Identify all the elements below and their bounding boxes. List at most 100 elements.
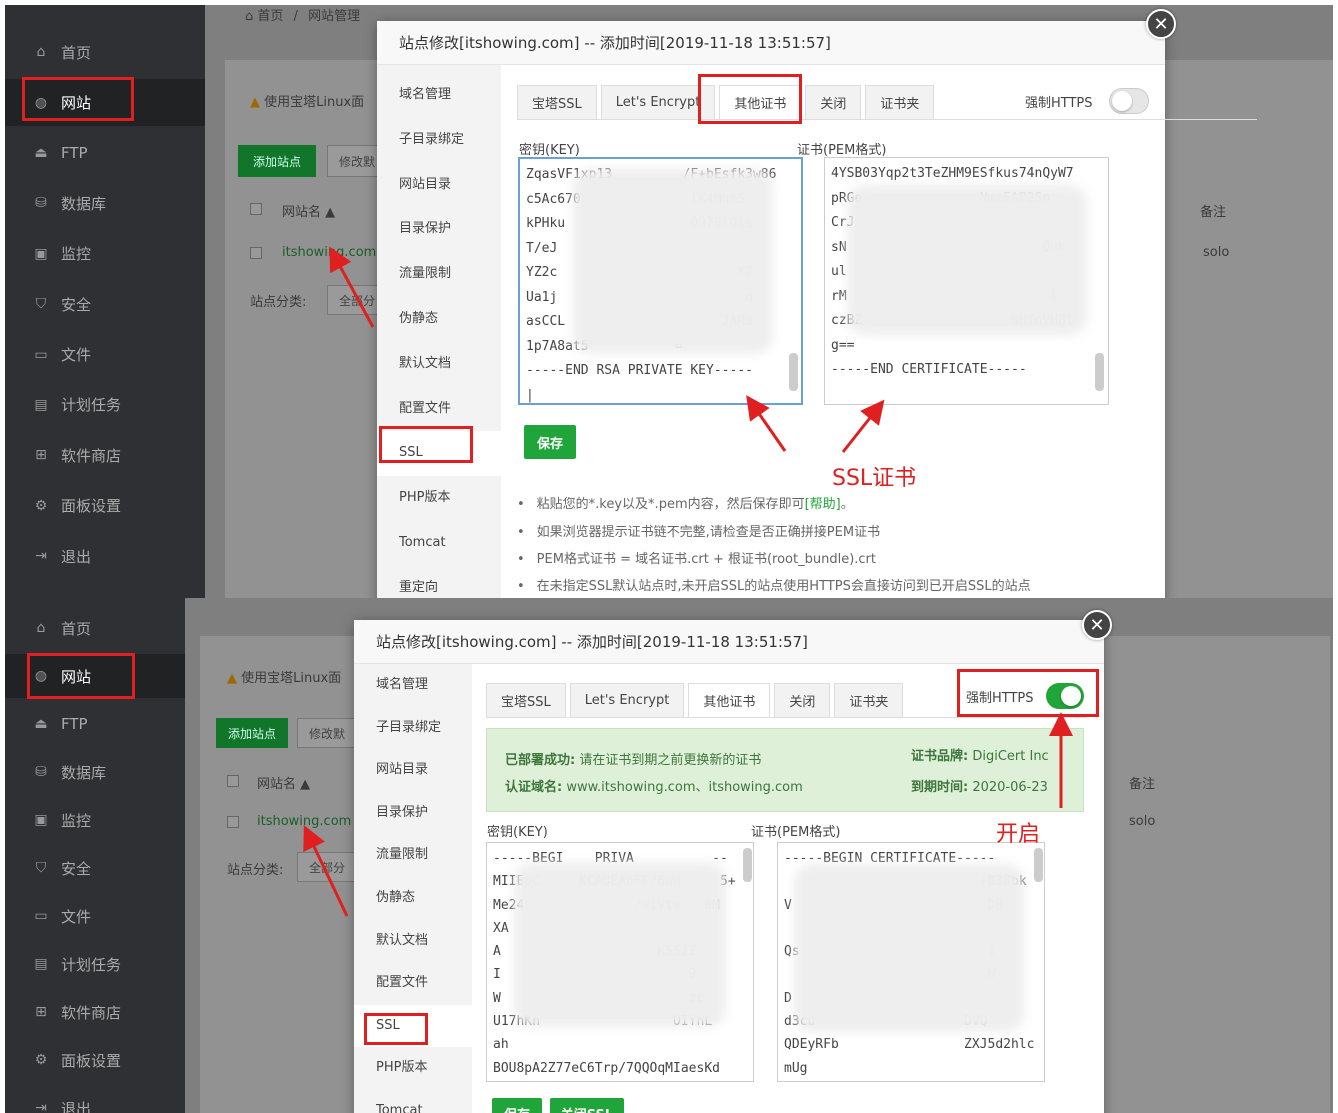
sidebar-item-7[interactable]: ▤ 计划任务 bbox=[5, 942, 185, 986]
sidebar-item-9[interactable]: ⚙ 面板设置 bbox=[5, 483, 205, 529]
sidebar-item-3[interactable]: ⛁ 数据库 bbox=[5, 750, 185, 794]
key-scrollbar[interactable] bbox=[789, 353, 798, 391]
modal-nav-item-10[interactable]: Tomcat bbox=[377, 521, 501, 566]
modal-title: 站点修改[itshowing.com] -- 添加时间[2019-11-18 1… bbox=[354, 620, 1104, 664]
sidebar-item-6[interactable]: ▭ 文件 bbox=[5, 331, 205, 377]
modify-default-button[interactable]: 修改默 bbox=[297, 718, 357, 748]
sidebar-item-label: 网站 bbox=[61, 94, 92, 113]
home-icon: ⌂ bbox=[36, 620, 46, 636]
tab-4[interactable]: 证书夹 bbox=[865, 85, 935, 119]
site-link[interactable]: itshowing.com bbox=[257, 814, 351, 829]
sidebar-item-3[interactable]: ⛁ 数据库 bbox=[5, 180, 205, 226]
tab-0[interactable]: 宝塔SSL bbox=[517, 85, 597, 119]
sidebar-item-4[interactable]: ▣ 监控 bbox=[5, 798, 185, 842]
modal-nav-item-3[interactable]: 目录保护 bbox=[377, 207, 501, 252]
close-ssl-button[interactable]: 关闭SSL bbox=[550, 1098, 624, 1113]
sidebar-item-label: 面板设置 bbox=[61, 497, 122, 516]
modal-nav-item-1[interactable]: 子目录绑定 bbox=[354, 707, 472, 750]
tab-3[interactable]: 关闭 bbox=[805, 85, 862, 119]
cert-brand: 证书品牌: DigiCert Inc bbox=[911, 749, 1049, 764]
shield-icon: ⛉ bbox=[35, 860, 47, 876]
row-checkbox[interactable] bbox=[250, 247, 262, 259]
help-link[interactable]: [帮助] bbox=[805, 497, 841, 512]
tab-4[interactable]: 证书夹 bbox=[834, 683, 904, 717]
category-select[interactable]: 全部分 bbox=[297, 852, 357, 882]
sidebar-item-4[interactable]: ▣ 监控 bbox=[5, 231, 205, 277]
key-scrollbar[interactable] bbox=[743, 848, 752, 882]
ftp-icon: ⏏ bbox=[34, 716, 48, 732]
tab-1[interactable]: Let's Encrypt bbox=[569, 683, 685, 717]
modal-nav-item-1[interactable]: 子目录绑定 bbox=[377, 118, 501, 163]
sidebar-item-7[interactable]: ▤ 计划任务 bbox=[5, 382, 205, 428]
modal-nav-item-9[interactable]: PHP版本 bbox=[354, 1047, 472, 1090]
modal-nav-item-6[interactable]: 默认文档 bbox=[377, 342, 501, 387]
sidebar-item-10[interactable]: ⇥ 退出 bbox=[5, 533, 205, 579]
modal-nav-item-11[interactable]: 重定向 bbox=[377, 566, 501, 598]
modal-nav-item-6[interactable]: 默认文档 bbox=[354, 920, 472, 963]
sort-icon: ▲ bbox=[300, 777, 311, 792]
cert-scrollbar[interactable] bbox=[1095, 353, 1104, 391]
sidebar-item-label: 退出 bbox=[61, 547, 92, 566]
modal-nav-item-8[interactable]: SSL bbox=[354, 1004, 472, 1048]
modal-nav-item-8[interactable]: SSL bbox=[377, 431, 501, 477]
sidebar-item-label: 计划任务 bbox=[61, 396, 122, 415]
globe-icon: ◍ bbox=[34, 94, 48, 111]
site-edit-modal: 站点修改[itshowing.com] -- 添加时间[2019-11-18 1… bbox=[354, 620, 1104, 1113]
save-button[interactable]: 保存 bbox=[524, 425, 576, 459]
key-label: 密钥(KEY) bbox=[519, 143, 580, 158]
sidebar-item-6[interactable]: ▭ 文件 bbox=[5, 894, 185, 938]
modal-close-button[interactable]: ✕ bbox=[1082, 610, 1112, 640]
sidebar-item-1[interactable]: ◍ 网站 bbox=[5, 654, 185, 698]
modal-nav-item-0[interactable]: 域名管理 bbox=[377, 73, 501, 118]
sidebar-item-label: 首页 bbox=[61, 619, 92, 638]
modal-nav-item-0[interactable]: 域名管理 bbox=[354, 664, 472, 707]
row-checkbox[interactable] bbox=[227, 816, 239, 828]
modal-nav-item-7[interactable]: 配置文件 bbox=[354, 962, 472, 1005]
modal-nav-item-2[interactable]: 网站目录 bbox=[354, 749, 472, 792]
sidebar-item-0[interactable]: ⌂ 首页 bbox=[5, 29, 205, 75]
modal-nav-item-9[interactable]: PHP版本 bbox=[377, 476, 501, 521]
screenshot-top: ⌂ 首页 ◍ 网站 ⏏ FTP ⛁ 数据库 ▣ 监控 ⛉ 安全 ▭ 文件 ▤ 计划任务 ⊞ 软件商店 ⚙ 面板设置 ⇥ 退… bbox=[5, 5, 1333, 598]
tab-1[interactable]: Let's Encrypt bbox=[600, 85, 716, 119]
force-https-toggle[interactable] bbox=[1046, 683, 1084, 709]
cert-scrollbar[interactable] bbox=[1034, 848, 1043, 882]
select-all-checkbox[interactable] bbox=[250, 203, 262, 215]
annotation-ssl-cert: SSL证书 bbox=[832, 466, 917, 491]
modal-nav-item-4[interactable]: 流量限制 bbox=[354, 834, 472, 877]
sidebar-item-label: 首页 bbox=[61, 43, 92, 62]
modal-nav-item-10[interactable]: Tomcat bbox=[354, 1090, 472, 1113]
modal-close-button[interactable]: ✕ bbox=[1146, 9, 1176, 39]
add-site-button[interactable]: 添加站点 bbox=[216, 718, 288, 748]
add-site-button[interactable]: 添加站点 bbox=[238, 145, 316, 177]
select-all-checkbox[interactable] bbox=[227, 775, 239, 787]
sidebar-item-8[interactable]: ⊞ 软件商店 bbox=[5, 990, 185, 1034]
modal-nav-item-4[interactable]: 流量限制 bbox=[377, 252, 501, 297]
modal-nav-item-5[interactable]: 伪静态 bbox=[377, 297, 501, 342]
breadcrumb-home[interactable]: 首页 bbox=[257, 9, 283, 24]
sidebar-item-label: 数据库 bbox=[61, 763, 107, 782]
sidebar-item-5[interactable]: ⛉ 安全 bbox=[5, 281, 205, 327]
modal-nav-item-5[interactable]: 伪静态 bbox=[354, 877, 472, 920]
save-button[interactable]: 保存 bbox=[492, 1098, 542, 1113]
tab-3[interactable]: 关闭 bbox=[774, 683, 831, 717]
column-site-name[interactable]: 网站名 ▲ bbox=[257, 773, 310, 792]
sidebar-item-label: 计划任务 bbox=[61, 955, 122, 974]
sidebar-item-2[interactable]: ⏏ FTP bbox=[5, 130, 205, 176]
modal-nav-item-3[interactable]: 目录保护 bbox=[354, 792, 472, 835]
sidebar-item-1[interactable]: ◍ 网站 bbox=[5, 79, 205, 126]
tab-2[interactable]: 其他证书 bbox=[688, 683, 771, 717]
sidebar-item-9[interactable]: ⚙ 面板设置 bbox=[5, 1038, 185, 1082]
column-site-name[interactable]: 网站名 ▲ bbox=[282, 201, 335, 220]
site-link[interactable]: itshowing.com bbox=[282, 245, 376, 260]
sidebar-item-0[interactable]: ⌂ 首页 bbox=[5, 606, 185, 650]
sidebar-item-8[interactable]: ⊞ 软件商店 bbox=[5, 432, 205, 478]
tab-0[interactable]: 宝塔SSL bbox=[486, 683, 566, 717]
gear-icon: ⚙ bbox=[34, 497, 48, 514]
modal-nav-item-2[interactable]: 网站目录 bbox=[377, 163, 501, 208]
sidebar-item-10[interactable]: ⇥ 退出 bbox=[5, 1086, 185, 1113]
tab-2[interactable]: 其他证书 bbox=[719, 85, 802, 119]
sidebar-item-2[interactable]: ⏏ FTP bbox=[5, 702, 185, 746]
force-https-toggle[interactable] bbox=[1109, 88, 1149, 114]
modal-nav-item-7[interactable]: 配置文件 bbox=[377, 387, 501, 432]
sidebar-item-5[interactable]: ⛉ 安全 bbox=[5, 846, 185, 890]
